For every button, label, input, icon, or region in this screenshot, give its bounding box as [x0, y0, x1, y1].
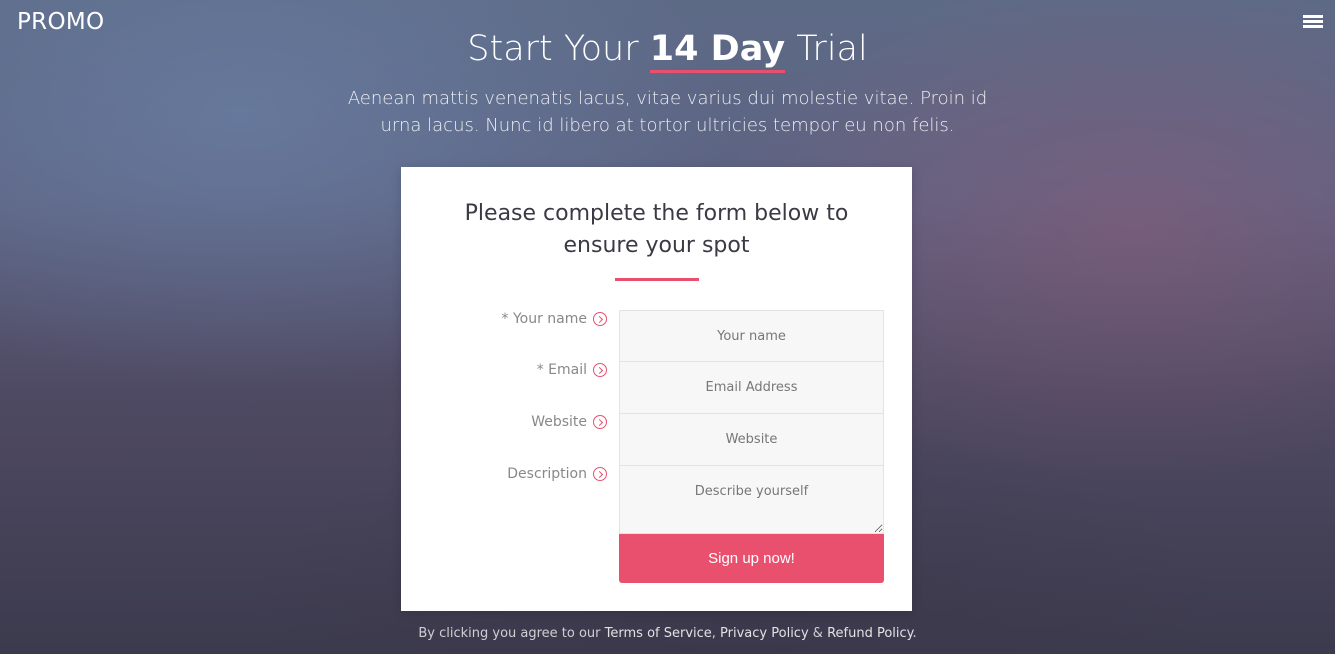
form-inputs: Sign up now! [619, 310, 884, 583]
label-email: * Email [421, 362, 607, 378]
menu-bar [1303, 15, 1323, 18]
terms-notice: By clicking you agree to our Terms of Se… [0, 626, 1335, 641]
name-input[interactable] [619, 310, 884, 362]
hero-title-highlight: 14 Day [649, 29, 786, 73]
description-textarea[interactable] [619, 466, 884, 534]
privacy-policy-link[interactable]: Privacy Policy [720, 626, 809, 641]
refund-policy-link[interactable]: Refund Policy [827, 626, 912, 641]
field-label-text: Description [507, 466, 587, 482]
label-website: Website [421, 414, 607, 430]
circle-arrow-right-icon [593, 415, 607, 429]
circle-arrow-right-icon [593, 363, 607, 377]
terms-prefix: By clicking you agree to our [418, 626, 605, 641]
hero-title-suffix: Trial [785, 29, 868, 69]
terms-suffix: . [912, 626, 917, 641]
hero-title-prefix: Start Your [467, 29, 650, 69]
terms-separator: , [711, 626, 721, 641]
hero-title: Start Your 14 Day Trial [0, 28, 1335, 73]
email-input[interactable] [619, 362, 884, 414]
signup-card: Please complete the form below to ensure… [401, 167, 912, 611]
terms-separator: & [808, 626, 828, 641]
field-label-text: * Your name [501, 311, 588, 327]
menu-bar [1303, 20, 1323, 23]
field-label-text: * Email [536, 362, 587, 378]
website-input[interactable] [619, 414, 884, 466]
field-label-text: Website [531, 414, 587, 430]
circle-arrow-right-icon [593, 467, 607, 481]
sign-up-button[interactable]: Sign up now! [619, 534, 884, 583]
terms-of-service-link[interactable]: Terms of Service [605, 626, 712, 641]
form-heading: Please complete the form below to ensure… [464, 201, 849, 258]
label-your-name: * Your name [421, 311, 607, 327]
label-description: Description [421, 466, 607, 482]
circle-arrow-right-icon [593, 312, 607, 326]
hero-subtitle: Aenean mattis venenatis lacus, vitae var… [347, 88, 988, 136]
heading-divider [615, 278, 699, 281]
